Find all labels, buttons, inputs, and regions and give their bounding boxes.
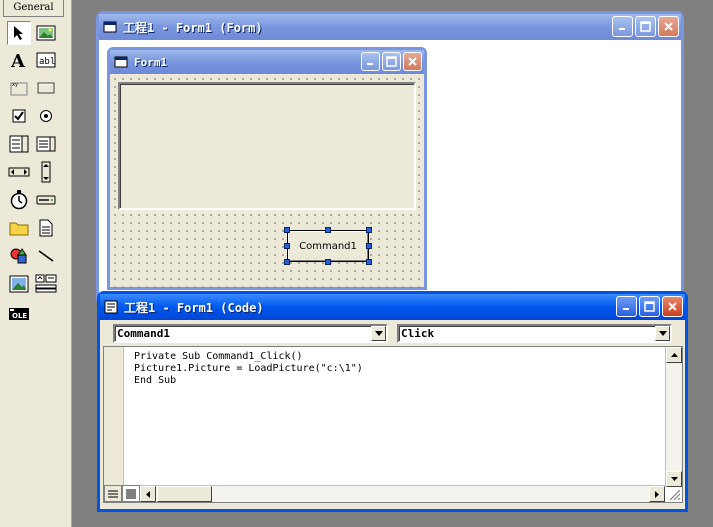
filelistbox-tool-icon[interactable] <box>34 216 58 240</box>
svg-text:OLE: OLE <box>12 312 27 320</box>
horizontal-scrollbar[interactable] <box>140 485 665 502</box>
form1-maximize-button[interactable] <box>382 52 401 71</box>
form-designer-titlebar[interactable]: 工程1 - Form1 (Form) <box>99 14 681 40</box>
full-module-view-icon <box>126 489 136 498</box>
form1-title: Form1 <box>134 55 168 69</box>
ole-tool-icon[interactable]: OLE <box>7 302 31 326</box>
minimize-icon <box>619 28 625 30</box>
object-combo-value: Command1 <box>117 327 170 340</box>
minimize-icon <box>367 63 373 65</box>
form-window-icon <box>103 21 117 33</box>
pointer-tool-icon[interactable] <box>7 21 31 45</box>
scroll-up-button[interactable] <box>666 347 682 363</box>
form1-designer[interactable]: Form1 Command1 <box>107 47 427 290</box>
resize-grip-icon[interactable] <box>667 487 681 501</box>
maximize-icon <box>644 301 655 312</box>
scroll-left-button[interactable] <box>140 486 156 502</box>
picture1-control[interactable] <box>118 82 416 210</box>
hscrollbar-tool-icon[interactable] <box>7 160 31 184</box>
svg-text:xy: xy <box>12 82 18 88</box>
selection-handle[interactable] <box>325 259 331 265</box>
maximize-icon <box>386 56 397 67</box>
close-icon <box>408 57 417 66</box>
textbox-tool-icon[interactable]: abl <box>34 48 58 72</box>
selection-handle[interactable] <box>284 243 290 249</box>
procedure-combo-value: Click <box>401 327 435 340</box>
commandbutton-tool-icon[interactable] <box>34 76 58 100</box>
form1-icon <box>114 56 128 68</box>
full-module-view-button[interactable] <box>122 485 140 502</box>
selection-handle[interactable] <box>325 227 331 233</box>
svg-text:abl: abl <box>39 57 55 67</box>
code-line[interactable]: Private Sub Command1_Click() <box>134 351 303 362</box>
close-button[interactable] <box>658 16 679 37</box>
frame-tool-icon[interactable]: xy <box>7 76 31 100</box>
form1-minimize-button[interactable] <box>361 52 380 71</box>
scroll-right-button[interactable] <box>649 486 665 502</box>
listbox-tool-icon[interactable] <box>34 132 58 156</box>
dirlistbox-tool-icon[interactable] <box>7 216 31 240</box>
code-minimize-button[interactable] <box>616 296 637 317</box>
code-line[interactable]: End Sub <box>134 375 176 386</box>
scroll-down-button[interactable] <box>666 471 682 487</box>
code-maximize-button[interactable] <box>639 296 660 317</box>
image-tool-icon[interactable] <box>7 272 31 296</box>
toolbox-tab-general[interactable]: General <box>3 0 64 17</box>
maximize-icon <box>640 21 651 32</box>
form-designer-window: 工程1 - Form1 (Form) Form1 Command1 <box>96 11 684 301</box>
chevron-down-icon <box>658 331 667 336</box>
vertical-scrollbar[interactable] <box>665 347 682 487</box>
code-window-title: 工程1 - Form1 (Code) <box>124 300 264 315</box>
procedure-view-icon <box>108 490 118 497</box>
code-line[interactable]: Picture1.Picture = LoadPicture("c:\1") <box>134 363 363 374</box>
selection-handle[interactable] <box>366 243 372 249</box>
scroll-right-icon <box>655 490 659 498</box>
toolbox: General A abl xy OLE <box>0 0 72 527</box>
selection-handle[interactable] <box>366 259 372 265</box>
data-tool-icon[interactable] <box>34 272 58 296</box>
form1-close-button[interactable] <box>403 52 422 71</box>
vscrollbar-tool-icon[interactable] <box>34 160 58 184</box>
procedure-combo[interactable]: Click <box>397 324 672 343</box>
chevron-down-icon <box>374 331 383 336</box>
form1-design-grid[interactable]: Command1 <box>110 74 424 287</box>
form1-titlebar[interactable]: Form1 <box>110 50 424 74</box>
label-tool-icon[interactable]: A <box>7 48 31 72</box>
checkbox-tool-icon[interactable] <box>7 104 31 128</box>
scroll-left-icon <box>146 490 150 498</box>
code-window-icon <box>104 300 118 314</box>
object-combo-dropdown[interactable] <box>371 326 386 341</box>
code-window: 工程1 - Form1 (Code) Command1 Click Privat… <box>97 291 688 512</box>
command1-button[interactable]: Command1 <box>287 230 369 262</box>
optionbutton-tool-icon[interactable] <box>34 104 58 128</box>
code-margin-bar <box>104 347 124 487</box>
procedure-combo-dropdown[interactable] <box>655 326 670 341</box>
selection-handle[interactable] <box>366 227 372 233</box>
selection-handle[interactable] <box>284 259 290 265</box>
form-designer-title: 工程1 - Form1 (Form) <box>123 20 263 35</box>
object-combo[interactable]: Command1 <box>113 324 388 343</box>
scroll-up-icon <box>670 353 678 357</box>
minimize-icon <box>623 308 629 310</box>
close-icon <box>664 22 673 31</box>
picturebox-tool-icon[interactable] <box>34 21 58 45</box>
close-icon <box>668 302 677 311</box>
code-editor[interactable]: Private Sub Command1_Click() Picture1.Pi… <box>103 346 683 503</box>
shape-tool-icon[interactable] <box>7 244 31 268</box>
maximize-button[interactable] <box>635 16 656 37</box>
code-close-button[interactable] <box>662 296 683 317</box>
combobox-tool-icon[interactable] <box>7 132 31 156</box>
svg-text:A: A <box>10 51 26 69</box>
horizontal-scroll-thumb[interactable] <box>157 486 212 502</box>
line-tool-icon[interactable] <box>34 244 58 268</box>
code-window-titlebar[interactable]: 工程1 - Form1 (Code) <box>100 294 685 320</box>
scroll-down-icon <box>670 477 678 481</box>
minimize-button[interactable] <box>612 16 633 37</box>
timer-tool-icon[interactable] <box>7 188 31 212</box>
drivelistbox-tool-icon[interactable] <box>34 188 58 212</box>
procedure-view-button[interactable] <box>104 485 122 502</box>
selection-handle[interactable] <box>284 227 290 233</box>
